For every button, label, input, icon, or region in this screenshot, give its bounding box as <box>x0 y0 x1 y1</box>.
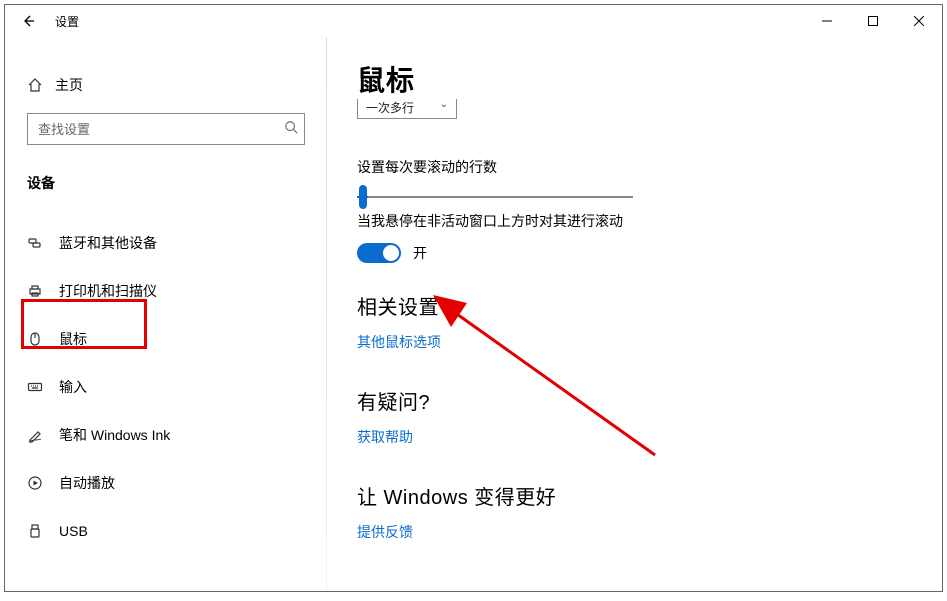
keyboard-icon <box>27 379 43 395</box>
additional-mouse-options-link[interactable]: 其他鼠标选项 <box>357 332 441 352</box>
search-box[interactable] <box>27 113 305 145</box>
section-heading: 设备 <box>5 157 327 203</box>
sidebar-item-label: 笔和 Windows Ink <box>59 425 170 445</box>
sidebar-item-label: USB <box>59 523 88 539</box>
settings-window: 设置 主页 <box>4 4 943 592</box>
give-feedback-link[interactable]: 提供反馈 <box>357 522 413 542</box>
toggle-state-label: 开 <box>413 243 427 263</box>
sidebar-item-mouse[interactable]: 鼠标 <box>5 315 327 363</box>
minimize-icon <box>822 16 832 26</box>
slider-track <box>357 196 633 198</box>
search-icon <box>284 120 298 139</box>
scroll-mode-dropdown[interactable]: 一次多行 ⌄ <box>357 99 457 119</box>
feedback-heading: 让 Windows 变得更好 <box>357 481 912 510</box>
slider-thumb[interactable] <box>359 185 367 209</box>
window-title: 设置 <box>55 13 79 30</box>
printer-icon <box>27 283 43 299</box>
dropdown-value: 一次多行 <box>366 99 414 116</box>
sidebar-item-label: 打印机和扫描仪 <box>59 281 157 301</box>
sidebar-item-typing[interactable]: 输入 <box>5 363 327 411</box>
sidebar-item-label: 鼠标 <box>59 329 87 349</box>
autoplay-icon <box>27 475 43 491</box>
close-icon <box>914 16 924 26</box>
nav-list: 蓝牙和其他设备 打印机和扫描仪 鼠标 输入 笔和 Windows Ink <box>5 219 327 555</box>
sidebar-item-label: 蓝牙和其他设备 <box>59 233 157 253</box>
maximize-icon <box>868 16 878 26</box>
bluetooth-icon <box>27 235 43 251</box>
home-nav[interactable]: 主页 <box>5 65 327 105</box>
page-heading: 鼠标 <box>357 59 912 99</box>
chevron-down-icon: ⌄ <box>440 99 448 110</box>
minimize-button[interactable] <box>804 5 850 37</box>
titlebar: 设置 <box>5 5 942 37</box>
home-icon <box>27 77 43 93</box>
sidebar-item-usb[interactable]: USB <box>5 507 327 555</box>
sidebar-item-label: 输入 <box>59 377 87 397</box>
inactive-scroll-toggle[interactable] <box>357 243 401 263</box>
maximize-button[interactable] <box>850 5 896 37</box>
sidebar-item-pen[interactable]: 笔和 Windows Ink <box>5 411 327 459</box>
sidebar-item-bluetooth[interactable]: 蓝牙和其他设备 <box>5 219 327 267</box>
sidebar-item-autoplay[interactable]: 自动播放 <box>5 459 327 507</box>
pen-icon <box>27 427 43 443</box>
scroll-lines-slider[interactable] <box>357 189 633 191</box>
back-button[interactable] <box>5 5 51 37</box>
sidebar-item-label: 自动播放 <box>59 473 115 493</box>
get-help-link[interactable]: 获取帮助 <box>357 427 413 447</box>
sidebar-item-printers[interactable]: 打印机和扫描仪 <box>5 267 327 315</box>
search-input[interactable] <box>38 122 284 137</box>
scroll-lines-label: 设置每次要滚动的行数 <box>357 157 912 177</box>
help-heading: 有疑问? <box>357 386 912 415</box>
window-controls <box>804 5 942 37</box>
inactive-scroll-label: 当我悬停在非活动窗口上方时对其进行滚动 <box>357 211 912 231</box>
related-heading: 相关设置 <box>357 291 912 320</box>
arrow-left-icon <box>20 13 36 29</box>
close-button[interactable] <box>896 5 942 37</box>
content-pane: 鼠标 一次多行 ⌄ 设置每次要滚动的行数 当我悬停在非活动窗口上方时对其进行滚动… <box>327 37 942 591</box>
sidebar: 主页 设备 蓝牙和其他设备 打印机和扫描仪 <box>5 37 327 591</box>
mouse-icon <box>27 331 43 347</box>
usb-icon <box>27 523 43 539</box>
home-label: 主页 <box>55 75 83 95</box>
